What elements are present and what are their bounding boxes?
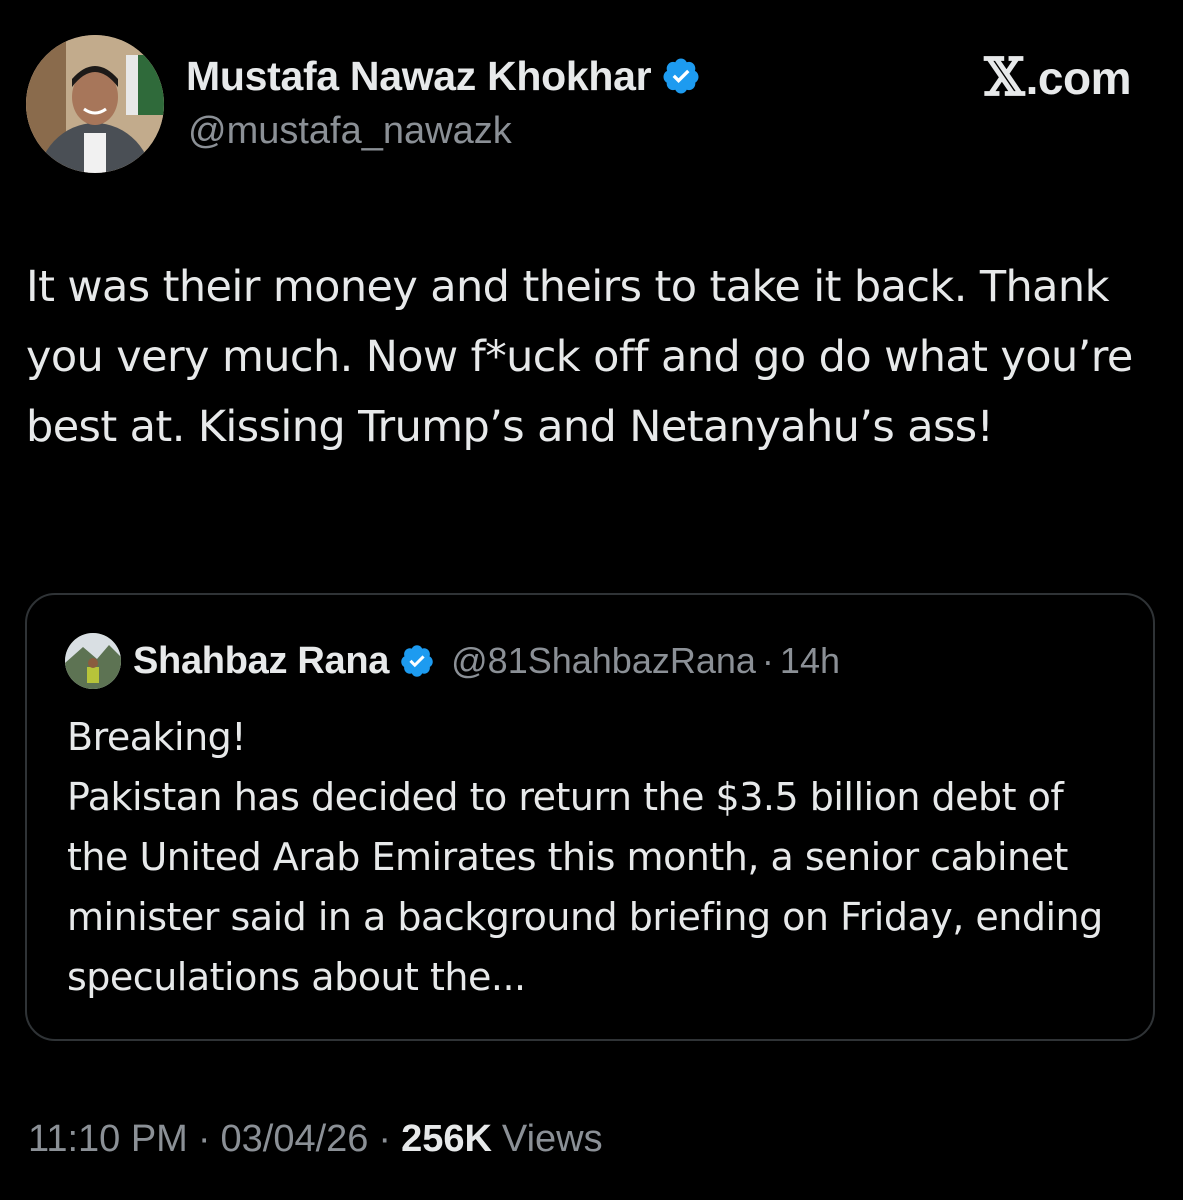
quoted-author-handle[interactable]: @81ShahbazRana (451, 640, 756, 682)
meta-separator: · (378, 1117, 392, 1160)
x-logo: 𝕏 .com (984, 50, 1131, 106)
author-avatar[interactable] (26, 35, 164, 173)
author-name[interactable]: Mustafa Nawaz Khokhar (186, 53, 652, 100)
tweet-meta: 11:10 PM · 03/04/26 · 256K Views (28, 1113, 603, 1165)
tweet-text: It was their money and theirs to take it… (26, 262, 1133, 452)
quoted-author-name[interactable]: Shahbaz Rana (133, 640, 389, 683)
quoted-timestamp[interactable]: 14h (780, 640, 840, 682)
author-name-row: Mustafa Nawaz Khokhar (186, 50, 701, 102)
quoted-tweet-text: Breaking! Pakistan has decided to return… (67, 715, 1103, 999)
quoted-tweet-card[interactable]: Shahbaz Rana @81ShahbazRana · 14h Breaki… (25, 593, 1155, 1041)
x-logo-suffix: .com (1025, 52, 1132, 104)
author-handle[interactable]: @mustafa_nawazk (188, 110, 512, 153)
meta-separator: · (197, 1117, 211, 1160)
quoted-separator: · (761, 640, 774, 681)
quoted-tweet-header: Shahbaz Rana @81ShahbazRana · 14h (133, 633, 840, 689)
quoted-verified-badge-icon (399, 643, 435, 679)
views-label: Views (501, 1117, 603, 1160)
views-count: 256K (401, 1117, 492, 1160)
quoted-author-avatar[interactable] (65, 633, 121, 689)
tweet-header: Mustafa Nawaz Khokhar @mustafa_nawazk 𝕏 … (0, 0, 1183, 200)
post-date[interactable]: 03/04/26 (221, 1118, 369, 1161)
post-time[interactable]: 11:10 PM (28, 1118, 188, 1161)
verified-badge-icon (661, 56, 701, 96)
x-logo-icon: 𝕏 (984, 47, 1025, 108)
